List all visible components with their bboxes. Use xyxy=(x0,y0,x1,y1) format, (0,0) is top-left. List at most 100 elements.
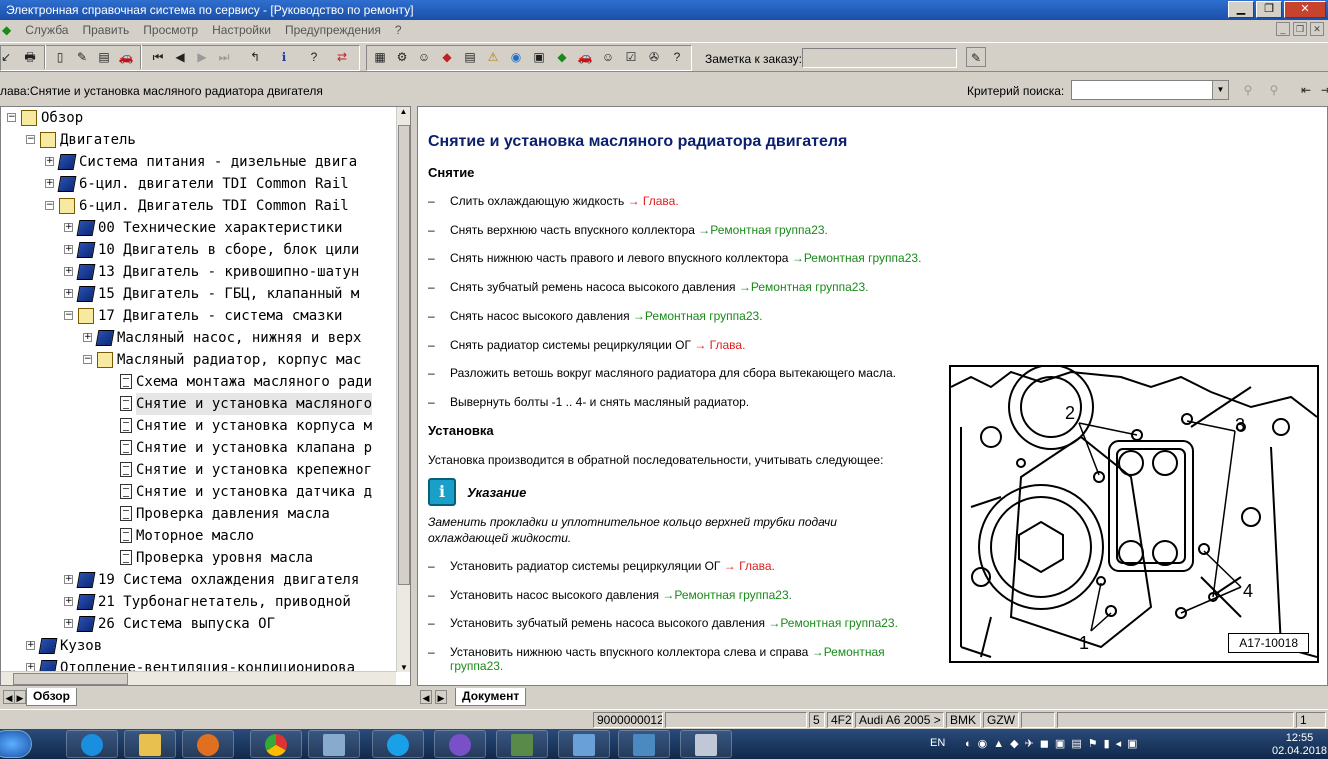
menu-view[interactable]: Просмотр xyxy=(143,23,198,37)
media-taskbar-icon[interactable] xyxy=(182,730,234,758)
parts-icon[interactable]: ⚙ xyxy=(392,47,412,67)
mdi-close-button[interactable]: ✕ xyxy=(1310,22,1324,36)
tree-node[interactable]: Снятие и установка масляного xyxy=(1,393,396,415)
tree-scroll-thumb[interactable] xyxy=(398,125,410,585)
tree-node[interactable]: − Обзор xyxy=(1,107,396,129)
help-icon[interactable]: ? xyxy=(304,47,324,67)
expand-icon[interactable]: + xyxy=(83,333,92,342)
tree-hscroll-thumb[interactable] xyxy=(13,673,128,685)
tree-vertical-scrollbar[interactable]: ▲ ▼ xyxy=(396,107,410,672)
doc-tab-right-arrow-icon[interactable]: ▶ xyxy=(435,690,447,704)
globe-icon[interactable]: ◉ xyxy=(506,47,526,67)
swap-icon[interactable]: ⇄ xyxy=(332,47,352,67)
tree-node[interactable]: − Масляный радиатор, корпус мас xyxy=(1,349,396,371)
warning-icon[interactable]: ⚠ xyxy=(483,47,503,67)
step-link[interactable]: →Ремонтная xyxy=(812,645,885,659)
menu-service[interactable]: Служба xyxy=(25,23,68,37)
expand-icon[interactable]: + xyxy=(45,179,54,188)
prev-page-icon[interactable]: ◀ xyxy=(170,47,190,67)
chevron-down-icon[interactable]: ▼ xyxy=(1212,81,1228,99)
tab-document[interactable]: Документ xyxy=(455,688,527,706)
layout-left-icon[interactable]: ⇤ xyxy=(1296,80,1316,100)
tree-node[interactable]: +10 Двигатель в сборе, блок цили xyxy=(1,239,396,261)
tree-node[interactable]: Снятие и установка корпуса м xyxy=(1,415,396,437)
scroll-up-icon[interactable]: ▲ xyxy=(397,107,410,116)
tree-node[interactable]: + Кузов xyxy=(1,635,396,657)
sheet-icon[interactable]: ▤ xyxy=(460,47,480,67)
expand-icon[interactable]: + xyxy=(64,575,73,584)
start-button[interactable] xyxy=(0,730,32,758)
new-doc-icon[interactable]: ▯ xyxy=(50,47,70,67)
tree-horizontal-scrollbar[interactable] xyxy=(1,671,396,685)
step-link[interactable]: →Ремонтная группа23. xyxy=(739,280,869,294)
expand-icon[interactable]: + xyxy=(64,245,73,254)
menu-edit[interactable]: Править xyxy=(82,23,129,37)
mdi-restore-button[interactable]: ❐ xyxy=(1293,22,1307,36)
step-link[interactable]: → Глава. xyxy=(694,338,745,352)
expand-icon[interactable]: + xyxy=(64,597,73,606)
info-icon[interactable]: ℹ xyxy=(274,47,294,67)
step-link[interactable]: →Ремонтная группа23. xyxy=(792,251,922,265)
explorer-taskbar-icon[interactable] xyxy=(124,730,176,758)
collapse-icon[interactable]: − xyxy=(26,135,35,144)
first-page-icon[interactable]: ⏮ xyxy=(148,47,168,67)
tree-node[interactable]: +15 Двигатель - ГБЦ, клапанный м xyxy=(1,283,396,305)
tree-node[interactable]: − 6-цил. Двигатель TDI Common Rail xyxy=(1,195,396,217)
step-link[interactable]: →Ремонтная группа23. xyxy=(633,309,763,323)
expand-icon[interactable]: + xyxy=(64,267,73,276)
minimize-button[interactable]: ▁ xyxy=(1228,1,1254,18)
next-page-icon[interactable]: ▶ xyxy=(192,47,212,67)
expand-icon[interactable]: + xyxy=(26,641,35,650)
tree-node[interactable]: +13 Двигатель - кривошипно-шатун xyxy=(1,261,396,283)
doc-list-icon[interactable]: ▤ xyxy=(94,47,114,67)
person-icon[interactable]: ☺ xyxy=(414,47,434,67)
language-indicator[interactable]: EN xyxy=(930,737,945,749)
menu-settings[interactable]: Настройки xyxy=(212,23,271,37)
tree-node[interactable]: Моторное масло xyxy=(1,525,396,547)
tree-node[interactable]: +00 Технические характеристики xyxy=(1,217,396,239)
viber-taskbar-icon[interactable] xyxy=(434,730,486,758)
expand-icon[interactable]: + xyxy=(64,289,73,298)
expand-icon[interactable]: + xyxy=(64,619,73,628)
close-button[interactable]: ✕ xyxy=(1284,1,1326,18)
tree-node[interactable]: Схема монтажа масляного ради xyxy=(1,371,396,393)
tree-node[interactable]: +21 Турбонагнетатель, приводной xyxy=(1,591,396,613)
tree-node[interactable]: Проверка уровня масла xyxy=(1,547,396,569)
tree-node[interactable]: + Система питания - дизельные двига xyxy=(1,151,396,173)
search-criteria-select[interactable]: ▼ xyxy=(1071,80,1229,100)
tree-node[interactable]: +26 Система выпуска ОГ xyxy=(1,613,396,635)
person-alert-icon[interactable]: ☺ xyxy=(598,47,618,67)
expand-icon[interactable]: + xyxy=(45,157,54,166)
order-note-input[interactable] xyxy=(802,48,957,68)
tools-icon[interactable]: ✇ xyxy=(644,47,664,67)
tree-node[interactable]: + Масляный насос, нижняя и верх xyxy=(1,327,396,349)
last-page-icon[interactable]: ⏭ xyxy=(214,47,234,67)
print-icon[interactable]: 🖶 xyxy=(20,47,40,67)
green-arrow-icon[interactable]: ↙ xyxy=(0,47,16,67)
layout-right-icon[interactable]: ⇥ xyxy=(1316,80,1328,100)
photos-taskbar-icon[interactable] xyxy=(618,730,670,758)
chrome-taskbar-icon[interactable] xyxy=(250,730,302,758)
flag-icon[interactable]: ◆ xyxy=(552,47,572,67)
mdi-minimize-button[interactable]: _ xyxy=(1276,22,1290,36)
calculator-icon[interactable]: ▦ xyxy=(370,47,390,67)
search-next-icon[interactable]: ⚲ xyxy=(1264,80,1284,100)
tree-node[interactable]: Снятие и установка крепежног xyxy=(1,459,396,481)
car-icon[interactable]: 🚗 xyxy=(116,47,136,67)
collapse-icon[interactable]: − xyxy=(64,311,73,320)
step-link[interactable]: → Глава. xyxy=(724,559,775,573)
step-link[interactable]: →Ремонтная группа23. xyxy=(768,616,898,630)
tree-node[interactable]: − 17 Двигатель - система смазки xyxy=(1,305,396,327)
collapse-icon[interactable]: − xyxy=(45,201,54,210)
doc-tab-left-arrow-icon[interactable]: ◀ xyxy=(420,690,432,704)
step-link[interactable]: →Ремонтная группа23. xyxy=(698,223,828,237)
menu-help[interactable]: ? xyxy=(395,23,402,37)
maximize-button[interactable]: ❐ xyxy=(1256,1,1282,18)
book-icon[interactable]: ◆ xyxy=(437,47,457,67)
step-link[interactable]: → Глава. xyxy=(628,194,679,208)
help-doc-icon[interactable]: ? xyxy=(667,47,687,67)
step-link[interactable]: →Ремонтная группа23. xyxy=(662,588,792,602)
expand-icon[interactable]: + xyxy=(64,223,73,232)
search-icon[interactable]: ⚲ xyxy=(1238,80,1258,100)
control-panel-taskbar-icon[interactable] xyxy=(558,730,610,758)
